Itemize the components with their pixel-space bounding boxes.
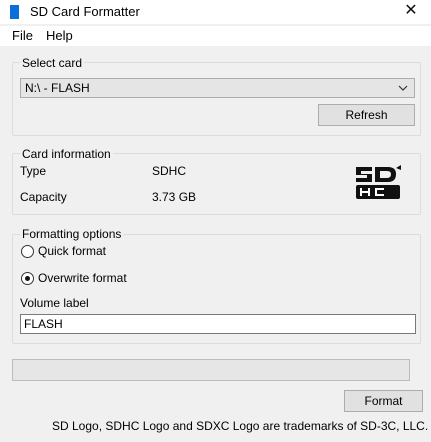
close-button[interactable]: ✕ (391, 0, 431, 24)
chevron-down-icon (398, 85, 408, 91)
window-title: SD Card Formatter (30, 4, 140, 19)
menu-file[interactable]: File (12, 28, 33, 44)
format-button[interactable]: Format (344, 390, 423, 412)
volume-label-value: FLASH (24, 317, 63, 331)
overwrite-format-radio[interactable] (21, 272, 34, 285)
capacity-value: 3.73 GB (152, 190, 197, 204)
app-icon (10, 5, 19, 19)
trademark-notice: SD Logo, SDHC Logo and SDXC Logo are tra… (52, 419, 429, 433)
type-value: SDHC (152, 164, 187, 178)
overwrite-format-label[interactable]: Overwrite format (38, 271, 127, 285)
close-icon: ✕ (404, 2, 418, 19)
refresh-button[interactable]: Refresh (318, 104, 415, 126)
type-key: Type (20, 164, 47, 178)
card-select-dropdown[interactable]: N:\ - FLASH (20, 78, 415, 98)
menu-bar: File Help (0, 26, 431, 46)
title-bar: SD Card Formatter ✕ (0, 0, 431, 24)
select-card-label: Select card (20, 56, 85, 70)
capacity-key: Capacity (20, 190, 67, 204)
sdhc-logo-icon (356, 165, 401, 199)
quick-format-label[interactable]: Quick format (38, 244, 106, 258)
volume-label-input[interactable]: FLASH (20, 314, 416, 334)
card-info-label: Card information (20, 147, 113, 161)
formatting-options-label: Formatting options (20, 227, 124, 241)
progress-bar (12, 359, 410, 381)
card-select-value: N:\ - FLASH (25, 81, 90, 95)
quick-format-radio[interactable] (21, 245, 34, 258)
volume-label-caption: Volume label (20, 296, 89, 310)
menu-help[interactable]: Help (46, 28, 73, 44)
